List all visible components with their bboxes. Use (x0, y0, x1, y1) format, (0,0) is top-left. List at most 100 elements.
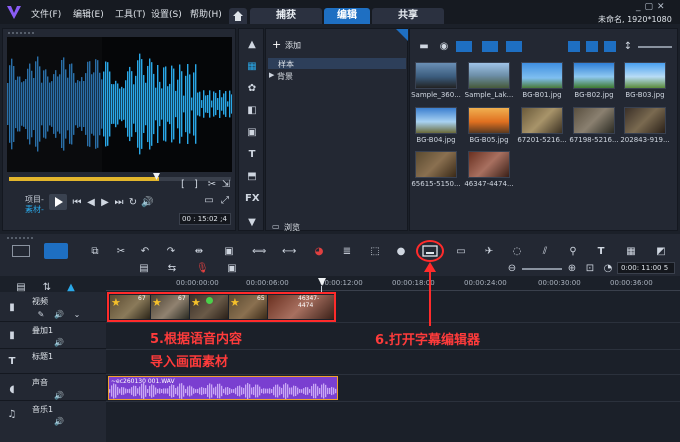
thumb-46347[interactable] (468, 151, 510, 178)
thumb-sample-360[interactable] (415, 62, 457, 89)
video-clip[interactable]: 46347-4474 (268, 295, 334, 319)
audio-clip[interactable]: ~ec260130 001.WAV (108, 376, 338, 400)
thumb-bg-b01[interactable] (521, 62, 563, 89)
prev-frame-icon[interactable]: ◀ (85, 197, 97, 209)
tree-item-background[interactable]: 背景 (277, 71, 293, 82)
zoom-in-icon[interactable]: ⊕ (566, 263, 578, 275)
display-mode-icon[interactable]: ⇲ (221, 179, 231, 191)
add-folder-icon[interactable]: + (272, 38, 281, 51)
tree-item-samples[interactable]: 样本 (268, 58, 406, 69)
overlay-icon[interactable]: ⬒ (245, 171, 259, 183)
title-icon[interactable]: T (245, 149, 259, 161)
home-start-icon[interactable]: ⏮ (71, 197, 83, 209)
tool-6-icon[interactable]: ≣ (340, 246, 354, 258)
undo-icon[interactable]: ↶ (138, 246, 152, 258)
home-tab[interactable] (229, 8, 247, 24)
timeline-view-button[interactable] (44, 243, 68, 259)
tree-expand-icon[interactable]: ▶ (269, 71, 274, 79)
capture-icon[interactable]: ◉ (438, 41, 450, 53)
video-clip[interactable]: ★ (190, 295, 228, 319)
thumb-bg-b03[interactable] (624, 62, 666, 89)
browse-label[interactable]: 浏览 (284, 222, 300, 233)
tool-12-icon[interactable]: ⫽ (538, 246, 552, 258)
tool-14-icon[interactable]: ▦ (624, 246, 638, 258)
track-chevron-icon[interactable]: ⌄ (72, 309, 82, 321)
fullscreen-icon[interactable]: ⤢ (219, 195, 231, 207)
tab-share[interactable]: 共享 (372, 8, 444, 24)
browse-icon[interactable]: ▭ (272, 222, 280, 231)
repeat-icon[interactable]: ↻ (127, 197, 139, 209)
thumb-67198[interactable] (573, 107, 615, 134)
fit-icon[interactable]: ⊡ (584, 263, 596, 275)
thumb-size-slider[interactable] (638, 46, 672, 48)
tool-7-icon[interactable]: ⬚ (368, 246, 382, 258)
video-clip[interactable]: ★ 65 (229, 295, 267, 319)
subtitle-editor-button[interactable] (416, 240, 444, 262)
add-folder-label[interactable]: 添加 (285, 40, 301, 51)
thumb-bg-b05[interactable] (468, 107, 510, 134)
zoom-out-icon[interactable]: ⊖ (506, 263, 518, 275)
zoom-timecode[interactable]: 0:00: 11:00 5 (617, 262, 675, 274)
thumb-65615[interactable] (415, 151, 457, 178)
video-clip[interactable]: ★ 67 (151, 295, 189, 319)
cut-icon[interactable]: ✂ (114, 246, 128, 258)
snapshot-icon[interactable]: ▣ (226, 263, 238, 275)
track-mute-icon[interactable]: 🔊 (54, 309, 64, 321)
filter-audio-button[interactable] (506, 41, 522, 52)
filter-image-button[interactable] (482, 41, 498, 52)
thumb-bg-b04[interactable] (415, 107, 457, 134)
sort-icon[interactable]: ↕ (622, 41, 634, 53)
video-clip[interactable]: ★ 67 (110, 295, 150, 319)
track-manager-icon[interactable]: ⇆ (166, 263, 178, 275)
storyboard-view-button[interactable] (12, 245, 30, 257)
menu-file[interactable]: 文件(F) (31, 7, 61, 20)
tab-capture[interactable]: 捕获 (250, 8, 322, 24)
tool-13-icon[interactable]: ⚲ (566, 246, 580, 258)
track-edit-icon[interactable]: ✎ (36, 309, 46, 321)
list-view-button[interactable] (568, 41, 580, 52)
media-icon[interactable]: ▦ (245, 61, 259, 73)
menu-settings[interactable]: 设置(S) (151, 7, 182, 20)
tool-9-icon[interactable]: ▭ (454, 246, 468, 258)
thumb-67201[interactable] (521, 107, 563, 134)
text-tool-icon[interactable]: T (594, 246, 608, 258)
scroll-down-icon[interactable]: ▼ (245, 217, 259, 229)
filter-video-button[interactable] (456, 41, 472, 52)
record-icon[interactable]: ▤ (138, 263, 150, 275)
thumb-202843[interactable] (624, 107, 666, 134)
grid-view-button[interactable] (604, 41, 616, 52)
tool-4-icon[interactable]: ⟷ (282, 246, 296, 258)
thumb-view-button[interactable] (586, 41, 598, 52)
transition-icon[interactable]: ◧ (245, 105, 259, 117)
tool-10-icon[interactable]: ✈ (482, 246, 496, 258)
tool-2-icon[interactable]: ▣ (222, 246, 236, 258)
graphics-icon[interactable]: ▣ (245, 127, 259, 139)
import-folder-icon[interactable]: ▬ (418, 41, 430, 53)
zoom-slider[interactable] (522, 268, 562, 270)
menu-edit[interactable]: 编辑(E) (73, 7, 104, 20)
tool-8-icon[interactable]: ● (394, 246, 408, 258)
instant-project-icon[interactable]: ✿ (245, 83, 259, 95)
tool-5-icon[interactable]: ◕ (312, 246, 326, 258)
timecode-display[interactable]: 00 : 15:02 ;4 (179, 213, 231, 225)
trim-out-icon[interactable]: ] (191, 179, 201, 191)
tool-15-icon[interactable]: ◩ (654, 246, 668, 258)
window-controls[interactable]: _▢✕ (636, 2, 669, 12)
clip-mode-label[interactable]: 素材- (25, 204, 44, 215)
thumb-bg-b02[interactable] (573, 62, 615, 89)
menu-help[interactable]: 帮助(H) (190, 7, 222, 20)
volume-icon[interactable]: 🔊 (141, 197, 153, 209)
scroll-up-icon[interactable]: ▲ (245, 39, 259, 51)
toolbar-custom-icon[interactable]: ⧉ (88, 246, 102, 258)
next-frame-icon[interactable]: ▶ (99, 197, 111, 209)
play-button[interactable] (49, 194, 67, 210)
tool-3-icon[interactable]: ⟺ (252, 246, 266, 258)
end-icon[interactable]: ⏭ (113, 197, 125, 209)
thumb-sample-lake[interactable] (468, 62, 510, 89)
trim-in-icon[interactable]: [ (178, 179, 188, 191)
track-mute-icon[interactable]: 🔊 (54, 416, 64, 428)
filter-fx-icon[interactable]: FX (245, 193, 260, 205)
tool-1-icon[interactable]: ⇹ (192, 246, 206, 258)
menu-tools[interactable]: 工具(T) (115, 7, 146, 20)
split-clip-icon[interactable]: ✂ (207, 179, 217, 191)
